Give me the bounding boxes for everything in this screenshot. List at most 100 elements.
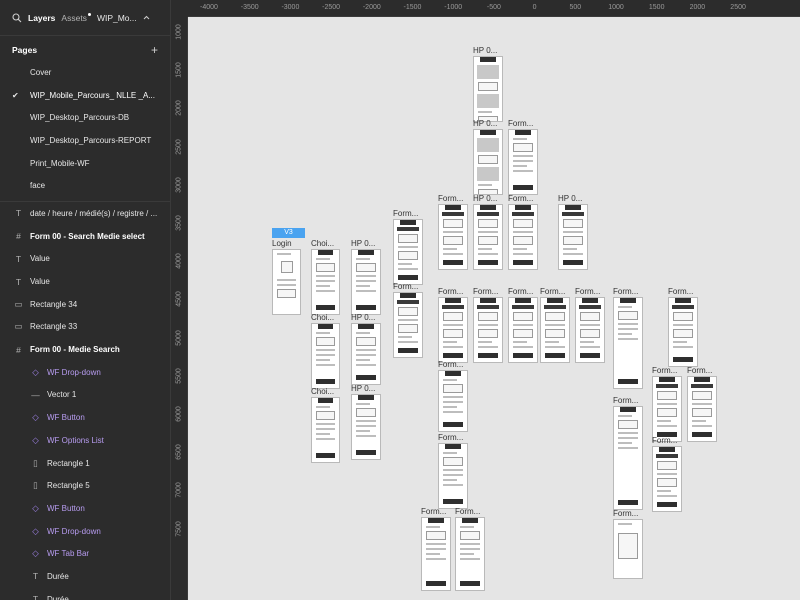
frame-label[interactable]: Form... bbox=[613, 287, 638, 296]
page-item[interactable]: Cover bbox=[0, 61, 170, 84]
wireframe-frame[interactable]: HP 0... bbox=[473, 46, 503, 122]
wireframe-frame[interactable]: Form... bbox=[687, 366, 717, 442]
frame-label[interactable]: HP 0... bbox=[473, 46, 497, 55]
wireframe-frame[interactable]: Form... bbox=[421, 507, 451, 591]
frame-label[interactable]: Form... bbox=[668, 287, 693, 296]
wireframe-frame[interactable]: Form... bbox=[613, 509, 643, 579]
frame-label[interactable]: Form... bbox=[455, 507, 480, 516]
wireframe-frame[interactable]: HP 0... bbox=[351, 384, 381, 460]
frame-label[interactable]: Choi... bbox=[311, 387, 334, 396]
page-item[interactable]: Print_Mobile-WF bbox=[0, 152, 170, 175]
design-canvas[interactable]: Login Choi... Choi... Choi... HP 0... HP 0...… bbox=[171, 0, 800, 600]
layer-item[interactable]: ◇ WF Drop-down bbox=[0, 361, 170, 384]
file-page-dropdown[interactable]: WIP_Mo... bbox=[97, 13, 137, 23]
frame-label[interactable]: Form... bbox=[438, 360, 463, 369]
frame-label[interactable]: HP 0... bbox=[351, 384, 375, 393]
version-badge[interactable]: V3 bbox=[272, 228, 305, 238]
frame-label[interactable]: HP 0... bbox=[473, 119, 497, 128]
frame-label[interactable]: Form... bbox=[438, 287, 463, 296]
layer-item[interactable]: ▯ Rectangle 1 bbox=[0, 452, 170, 475]
frame-label[interactable]: Form... bbox=[540, 287, 565, 296]
frame-label[interactable]: Form... bbox=[575, 287, 600, 296]
wireframe-frame[interactable]: Form... bbox=[393, 209, 423, 285]
wireframe-frame[interactable]: Form... bbox=[393, 282, 423, 358]
frame-label[interactable]: HP 0... bbox=[351, 313, 375, 322]
wireframe-frame[interactable]: Form... bbox=[575, 287, 605, 363]
wireframe-frame[interactable]: Form... bbox=[438, 433, 468, 509]
page-item[interactable]: face bbox=[0, 174, 170, 197]
search-icon[interactable] bbox=[12, 12, 22, 23]
page-item[interactable]: WIP_Desktop_Parcours-DB bbox=[0, 106, 170, 129]
layer-item[interactable]: ◇ WF Button bbox=[0, 497, 170, 520]
wireframe-block bbox=[545, 312, 565, 321]
frame-label[interactable]: Form... bbox=[508, 119, 533, 128]
frame-label[interactable]: Form... bbox=[613, 396, 638, 405]
wireframe-frame[interactable]: HP 0... bbox=[473, 119, 503, 195]
wireframe-frame[interactable]: Form... bbox=[473, 287, 503, 363]
wireframe-frame[interactable]: Form... bbox=[540, 287, 570, 363]
frame-label[interactable]: Form... bbox=[613, 509, 638, 518]
layer-item[interactable]: ◇ WF Tab Bar bbox=[0, 542, 170, 565]
frame-label[interactable]: Form... bbox=[508, 194, 533, 203]
layer-item[interactable]: — Vector 1 bbox=[0, 384, 170, 407]
frame-label[interactable]: HP 0... bbox=[473, 194, 497, 203]
wireframe-frame[interactable]: Form... bbox=[438, 360, 468, 432]
layer-item[interactable]: ▭ Rectangle 34 bbox=[0, 293, 170, 316]
frame-label[interactable]: Form... bbox=[421, 507, 446, 516]
wireframe-frame[interactable]: Choi... bbox=[311, 239, 340, 315]
frame-label[interactable]: Form... bbox=[393, 282, 418, 291]
frame-label[interactable]: Form... bbox=[508, 287, 533, 296]
frame-label[interactable]: Form... bbox=[438, 433, 463, 442]
layer-item[interactable]: T Value bbox=[0, 270, 170, 293]
layer-item[interactable]: T Durée bbox=[0, 588, 170, 600]
frame-label[interactable]: Form... bbox=[473, 287, 498, 296]
wireframe-frame[interactable]: HP 0... bbox=[351, 313, 381, 385]
layer-item[interactable]: T Durée bbox=[0, 565, 170, 588]
wireframe-frame[interactable]: Form... bbox=[508, 287, 538, 363]
wireframe-frame[interactable]: HP 0... bbox=[351, 239, 381, 315]
wireframe-frame[interactable]: Form... bbox=[668, 287, 698, 367]
wireframe-frame[interactable]: Choi... bbox=[311, 387, 340, 463]
wireframe-frame[interactable]: Form... bbox=[652, 366, 682, 442]
layer-item[interactable]: # Form 00 - Search Medie select bbox=[0, 225, 170, 248]
wireframe-block bbox=[620, 298, 636, 303]
wireframe-frame[interactable]: Login bbox=[272, 239, 301, 315]
frame-label[interactable]: HP 0... bbox=[351, 239, 375, 248]
layer-item[interactable]: ◇ WF Options List bbox=[0, 429, 170, 452]
frame-label[interactable]: Login bbox=[272, 239, 292, 248]
wireframe-frame[interactable]: Form... bbox=[438, 287, 468, 363]
layer-item[interactable]: T Value bbox=[0, 248, 170, 271]
chevron-up-icon[interactable] bbox=[143, 13, 150, 22]
wireframe-frame[interactable]: Form... bbox=[438, 194, 468, 270]
wireframe-block bbox=[460, 558, 480, 560]
page-item[interactable]: WIP_Desktop_Parcours-REPORT bbox=[0, 129, 170, 152]
frame-label[interactable]: Form... bbox=[687, 366, 712, 375]
layer-item[interactable]: ▯ Rectangle 5 bbox=[0, 474, 170, 497]
wireframe-frame[interactable]: Form... bbox=[508, 119, 538, 195]
layer-item[interactable]: ◇ WF Drop-down bbox=[0, 520, 170, 543]
wireframe-frame[interactable]: HP 0... bbox=[473, 194, 503, 270]
wireframe-frame[interactable]: Choi... bbox=[311, 313, 340, 389]
frame-label[interactable]: Form... bbox=[393, 209, 418, 218]
page-item[interactable]: ✔ WIP_Mobile_Parcours_ NLLE _A... bbox=[0, 84, 170, 107]
frame-label[interactable]: Form... bbox=[652, 436, 677, 445]
wireframe-frame[interactable]: Form... bbox=[613, 396, 643, 510]
layer-item[interactable]: # Form 00 - Medie Search bbox=[0, 338, 170, 361]
component-instance-icon: ◇ bbox=[32, 548, 39, 559]
layer-item[interactable]: Tdate / heure / médié(s) / registre / ..… bbox=[0, 202, 170, 225]
tab-assets[interactable]: Assets bbox=[61, 12, 91, 23]
frame-label[interactable]: Choi... bbox=[311, 239, 334, 248]
frame-label[interactable]: Form... bbox=[652, 366, 677, 375]
layer-item[interactable]: ▭ Rectangle 33 bbox=[0, 316, 170, 339]
wireframe-frame[interactable]: Form... bbox=[508, 194, 538, 270]
wireframe-frame[interactable]: Form... bbox=[455, 507, 485, 591]
wireframe-frame[interactable]: Form... bbox=[613, 287, 643, 389]
layer-item[interactable]: ◇ WF Button bbox=[0, 406, 170, 429]
frame-label[interactable]: HP 0... bbox=[558, 194, 582, 203]
wireframe-frame[interactable]: Form... bbox=[652, 436, 682, 512]
wireframe-frame[interactable]: HP 0... bbox=[558, 194, 588, 270]
frame-label[interactable]: Form... bbox=[438, 194, 463, 203]
add-page-icon[interactable]: + bbox=[151, 44, 158, 56]
frame-label[interactable]: Choi... bbox=[311, 313, 334, 322]
tab-layers[interactable]: Layers bbox=[28, 13, 55, 23]
